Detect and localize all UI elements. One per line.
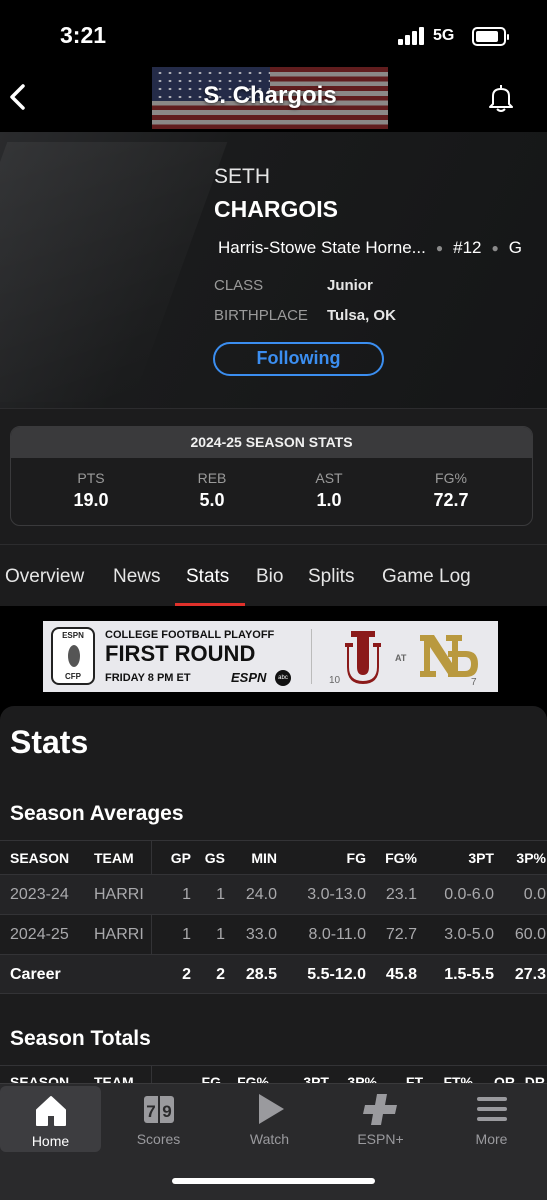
season-stats-area: 2024-25 SEASON STATS PTS 19.0 REB 5.0 AST 1…	[0, 408, 547, 544]
player-last-name: CHARGOIS	[214, 196, 338, 222]
page-title: S. Chargois	[203, 82, 337, 109]
stats-heading: Stats	[10, 724, 89, 760]
tab-news[interactable]: News	[113, 566, 161, 588]
season-averages-heading: Season Averages	[10, 802, 184, 825]
bottom-tab-watch[interactable]: Watch	[219, 1084, 320, 1150]
home-icon	[35, 1096, 66, 1126]
status-time: 3:21	[60, 22, 107, 48]
season-stats-title: 2024-25 SEASON STATS	[11, 427, 532, 458]
plus-icon	[362, 1094, 397, 1125]
ad-line2: FIRST ROUND	[105, 641, 256, 666]
back-chevron-icon[interactable]	[4, 82, 34, 112]
tab-stats[interactable]: Stats	[186, 566, 229, 588]
separator-dot: ●	[435, 241, 444, 255]
svg-text:9: 9	[162, 1102, 171, 1121]
stat-fg-pct: FG% 72.7	[433, 470, 469, 510]
scores-icon: 7 9	[143, 1096, 174, 1123]
class-label: CLASS	[214, 277, 264, 294]
tab-game-log[interactable]: Game Log	[382, 566, 471, 588]
bottom-tab-home[interactable]: Home	[0, 1086, 101, 1152]
espn-logo: ESPN	[231, 670, 267, 685]
ad-area: ESPN CFP COLLEGE FOOTBALL PLAYOFF FIRST …	[0, 606, 547, 706]
table-row: 2023-24 HARRI 1 1 24.0 3.0-13.0 23.1 0.0…	[0, 874, 547, 914]
player-tabs: Overview News Stats Bio Splits Game Log	[0, 544, 547, 607]
svg-text:7: 7	[146, 1102, 155, 1121]
ad-at-label: AT	[395, 653, 407, 663]
birthplace-value: Tulsa, OK	[327, 307, 396, 324]
bottom-tab-espn-plus[interactable]: ESPN+	[330, 1084, 431, 1150]
cfp-logo-icon: ESPN CFP	[51, 627, 95, 685]
home-indicator	[172, 1178, 375, 1184]
averages-header-row: SEASON TEAM GP GS MIN FG FG% 3PT 3P%	[0, 840, 547, 874]
indiana-logo-icon	[345, 631, 381, 684]
player-position: G	[508, 238, 522, 257]
tab-splits[interactable]: Splits	[308, 566, 354, 588]
status-bar: 3:21 5G	[0, 0, 547, 64]
menu-icon	[476, 1097, 507, 1121]
season-stats-card: 2024-25 SEASON STATS PTS 19.0 REB 5.0 AST 1…	[10, 426, 533, 526]
ad-banner[interactable]: ESPN CFP COLLEGE FOOTBALL PLAYOFF FIRST …	[43, 621, 498, 692]
separator-dot: ●	[491, 241, 499, 255]
notre-dame-logo-icon	[420, 635, 478, 677]
ad-divider	[311, 629, 312, 684]
player-header: SETH CHARGOIS Harris-Stowe State Horne..…	[0, 132, 547, 408]
following-button[interactable]: Following	[213, 342, 384, 376]
abc-logo: abc	[275, 670, 291, 686]
stat-ast: AST 1.0	[315, 470, 343, 510]
table-row: 2024-25 HARRI 1 1 33.0 8.0-11.0 72.7 3.0…	[0, 914, 547, 954]
birthplace-label: BIRTHPLACE	[214, 307, 308, 324]
player-team[interactable]: Harris-Stowe State Horne...	[218, 238, 426, 258]
network-label: 5G	[433, 27, 455, 44]
play-icon	[258, 1094, 284, 1124]
ad-line3: FRIDAY 8 PM ET	[105, 672, 191, 684]
nav-bar: S. Chargois	[0, 64, 547, 132]
ad-seed-2: 7	[471, 677, 477, 688]
bell-icon[interactable]	[486, 82, 516, 114]
stats-section: Stats Season Averages SEASON TEAM GP GS …	[0, 706, 547, 1086]
bottom-tab-more[interactable]: More	[441, 1084, 542, 1150]
player-number: #12	[453, 238, 482, 257]
tab-bio[interactable]: Bio	[256, 566, 283, 588]
career-row: Career 2 2 28.5 5.5-12.0 45.8 1.5-5.5 27…	[0, 954, 547, 994]
battery-icon	[472, 27, 509, 46]
bottom-tab-scores[interactable]: 7 9 Scores	[108, 1084, 209, 1150]
season-totals-heading: Season Totals	[10, 1027, 151, 1050]
player-team-row: Harris-Stowe State Horne... ● #12 ● G	[218, 238, 538, 258]
signal-icon	[398, 27, 428, 45]
stat-reb: REB 5.0	[197, 470, 227, 510]
class-value: Junior	[327, 277, 373, 294]
stat-pts: PTS 19.0	[73, 470, 109, 510]
ad-line1: COLLEGE FOOTBALL PLAYOFF	[105, 629, 275, 641]
ad-seed-1: 10	[329, 675, 341, 686]
player-first-name: SETH	[214, 165, 271, 188]
tab-overview[interactable]: Overview	[5, 566, 84, 588]
